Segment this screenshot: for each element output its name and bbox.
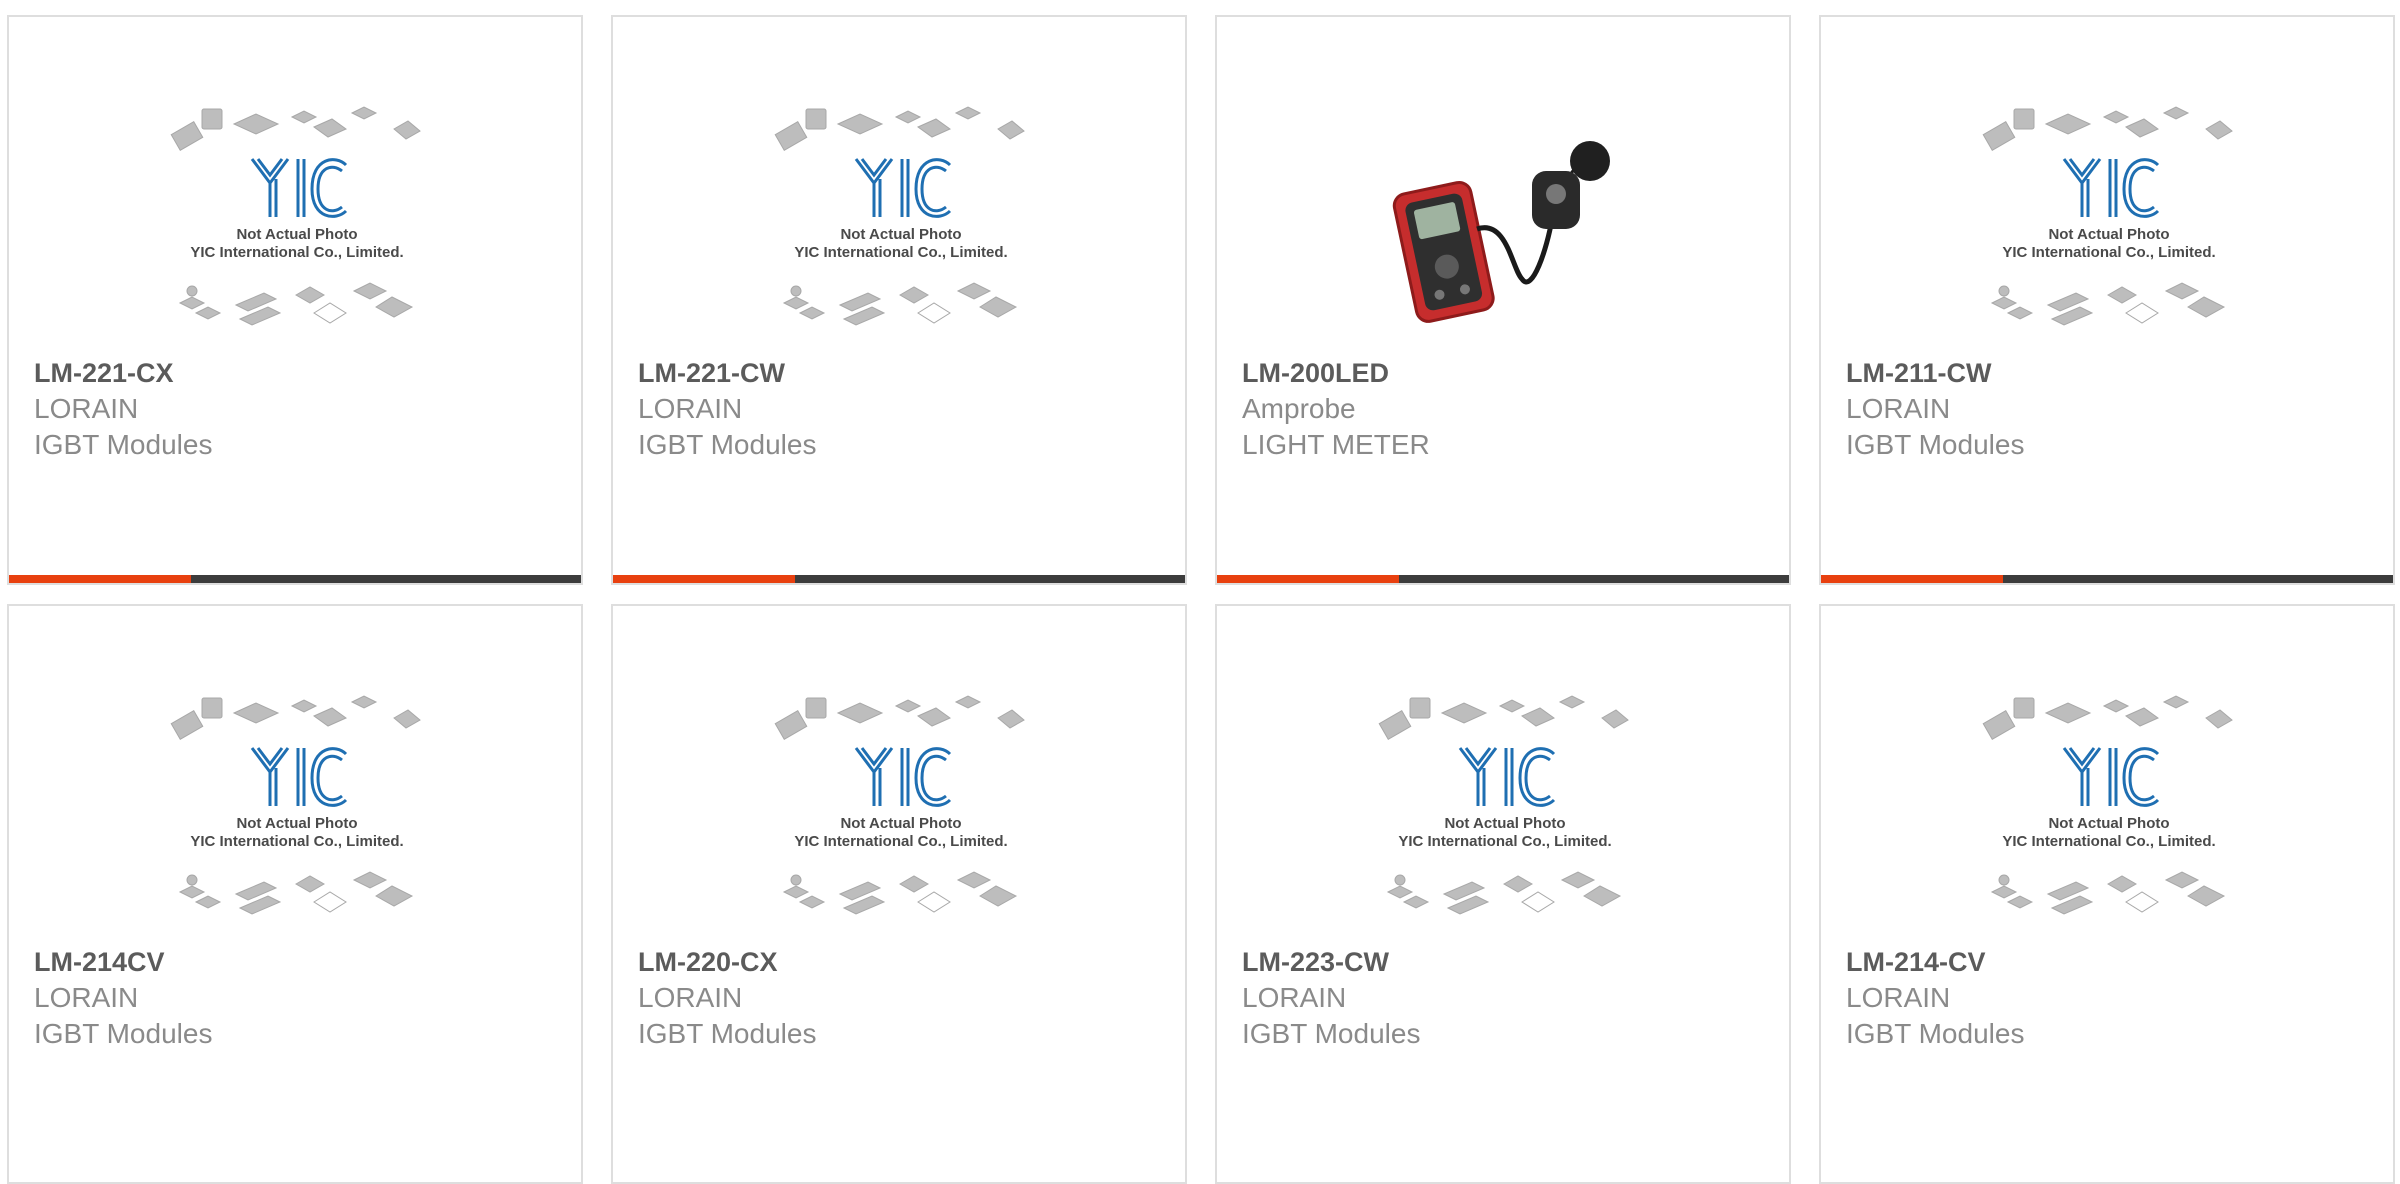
manufacturer: LORAIN: [1846, 982, 1951, 1013]
product-card[interactable]: Not Actual Photo YIC International Co., L…: [7, 604, 583, 1184]
yic-logo: [1458, 747, 1556, 807]
part-number[interactable]: LM-220-CX: [638, 944, 1158, 980]
category: IGBT Modules: [638, 429, 817, 460]
chip-placeholder-graphic: Not Actual PhotoYIC International Co., L…: [774, 695, 1025, 915]
card-accent-bar: [1821, 575, 2003, 583]
manufacturer: LORAIN: [638, 393, 743, 424]
category: IGBT Modules: [1846, 1018, 2025, 1049]
product-grid: Not Actual Photo YIC International Co., L…: [0, 0, 2400, 1184]
manufacturer: LORAIN: [1846, 393, 1951, 424]
placeholder-image: Not Actual Photo YIC International Co., L…: [1372, 688, 1638, 924]
product-card[interactable]: Not Actual Photo YIC International Co., L…: [1819, 15, 2395, 585]
yic-logo: [854, 747, 952, 807]
product-meta: LM-214-CV LORAIN IGBT Modules: [1846, 944, 2366, 1052]
manufacturer: LORAIN: [638, 982, 743, 1013]
chip-placeholder-graphic: Not Actual PhotoYIC International Co., L…: [170, 106, 421, 326]
light-meter-photo: [1372, 99, 1638, 335]
product-meta: LM-211-CW LORAIN IGBT Modules: [1846, 355, 2366, 463]
product-meta: LM-223-CW LORAIN IGBT Modules: [1242, 944, 1762, 1052]
yic-logo: [2062, 158, 2160, 218]
category: IGBT Modules: [1242, 1018, 1421, 1049]
product-meta: LM-220-CX LORAIN IGBT Modules: [638, 944, 1158, 1052]
chip-placeholder-graphic: Not Actual PhotoYIC International Co., L…: [774, 106, 1025, 326]
product-card[interactable]: Not Actual Photo YIC International Co., L…: [611, 15, 1187, 585]
product-meta: LM-214CV LORAIN IGBT Modules: [34, 944, 554, 1052]
svg-text:Not Actual Photo: Not Actual Photo: [236, 226, 357, 243]
category: IGBT Modules: [638, 1018, 817, 1049]
category: LIGHT METER: [1242, 429, 1430, 460]
yic-logo: [250, 158, 348, 218]
chip-placeholder-graphic: Not Actual PhotoYIC International Co., L…: [1378, 695, 1629, 915]
placeholder-image: Not Actual Photo YIC International Co., L…: [1976, 688, 2242, 924]
part-number[interactable]: LM-214CV: [34, 944, 554, 980]
part-number[interactable]: LM-200LED: [1242, 355, 1762, 391]
product-card[interactable]: Not Actual Photo YIC International Co., L…: [611, 604, 1187, 1184]
part-number[interactable]: LM-211-CW: [1846, 355, 2366, 391]
product-card[interactable]: Not Actual Photo YIC International Co., L…: [7, 15, 583, 585]
svg-text:YIC International Co., Limited: YIC International Co., Limited.: [2002, 244, 2215, 261]
svg-text:Not Actual Photo: Not Actual Photo: [2048, 226, 2169, 243]
category: IGBT Modules: [34, 1018, 213, 1049]
svg-text:Not Actual Photo: Not Actual Photo: [2048, 815, 2169, 832]
placeholder-image: Not Actual Photo YIC International Co., L…: [1976, 99, 2242, 335]
product-meta: LM-221-CX LORAIN IGBT Modules: [34, 355, 554, 463]
placeholder-image: Not Actual Photo YIC International Co., L…: [164, 688, 430, 924]
part-number[interactable]: LM-223-CW: [1242, 944, 1762, 980]
placeholder-image: Not Actual Photo YIC International Co., L…: [164, 99, 430, 335]
category: IGBT Modules: [1846, 429, 2025, 460]
chip-placeholder-graphic: Not Actual PhotoYIC International Co., L…: [1982, 106, 2233, 326]
svg-text:Not Actual Photo: Not Actual Photo: [840, 815, 961, 832]
part-number[interactable]: LM-221-CX: [34, 355, 554, 391]
manufacturer: Amprobe: [1242, 393, 1356, 424]
svg-text:YIC International Co., Limited: YIC International Co., Limited.: [2002, 833, 2215, 850]
yic-logo: [250, 747, 348, 807]
card-bottom-bar: [613, 575, 1185, 583]
yic-logo: [2062, 747, 2160, 807]
manufacturer: LORAIN: [34, 393, 139, 424]
manufacturer: LORAIN: [1242, 982, 1347, 1013]
product-meta: LM-221-CW LORAIN IGBT Modules: [638, 355, 1158, 463]
part-number[interactable]: LM-214-CV: [1846, 944, 2366, 980]
svg-text:Not Actual Photo: Not Actual Photo: [840, 226, 961, 243]
product-card[interactable]: Not Actual Photo YIC International Co., L…: [1215, 604, 1791, 1184]
part-number[interactable]: LM-221-CW: [638, 355, 1158, 391]
product-card[interactable]: LM-200LED Amprobe LIGHT METER: [1215, 15, 1791, 585]
svg-text:YIC International Co., Limited: YIC International Co., Limited.: [794, 244, 1007, 261]
card-bottom-bar: [1217, 575, 1789, 583]
chip-placeholder-graphic: Not Actual PhotoYIC International Co., L…: [170, 695, 421, 915]
card-accent-bar: [9, 575, 191, 583]
category: IGBT Modules: [34, 429, 213, 460]
card-accent-bar: [613, 575, 795, 583]
svg-text:YIC International Co., Limited: YIC International Co., Limited.: [794, 833, 1007, 850]
svg-text:Not Actual Photo: Not Actual Photo: [236, 815, 357, 832]
yic-logo: [854, 158, 952, 218]
product-card[interactable]: Not Actual Photo YIC International Co., L…: [1819, 604, 2395, 1184]
card-bottom-bar: [9, 575, 581, 583]
product-meta: LM-200LED Amprobe LIGHT METER: [1242, 355, 1762, 463]
svg-text:Not Actual Photo: Not Actual Photo: [1444, 815, 1565, 832]
manufacturer: LORAIN: [34, 982, 139, 1013]
card-bottom-bar: [1821, 575, 2393, 583]
light-meter-icon: [1392, 141, 1610, 323]
placeholder-image: Not Actual Photo YIC International Co., L…: [768, 688, 1034, 924]
svg-text:YIC International Co., Limited: YIC International Co., Limited.: [1398, 833, 1611, 850]
chip-placeholder-graphic: Not Actual PhotoYIC International Co., L…: [1982, 695, 2233, 915]
placeholder-image: Not Actual Photo YIC International Co., L…: [768, 99, 1034, 335]
svg-text:YIC International Co., Limited: YIC International Co., Limited.: [190, 833, 403, 850]
svg-text:YIC International Co., Limited: YIC International Co., Limited.: [190, 244, 403, 261]
card-accent-bar: [1217, 575, 1399, 583]
